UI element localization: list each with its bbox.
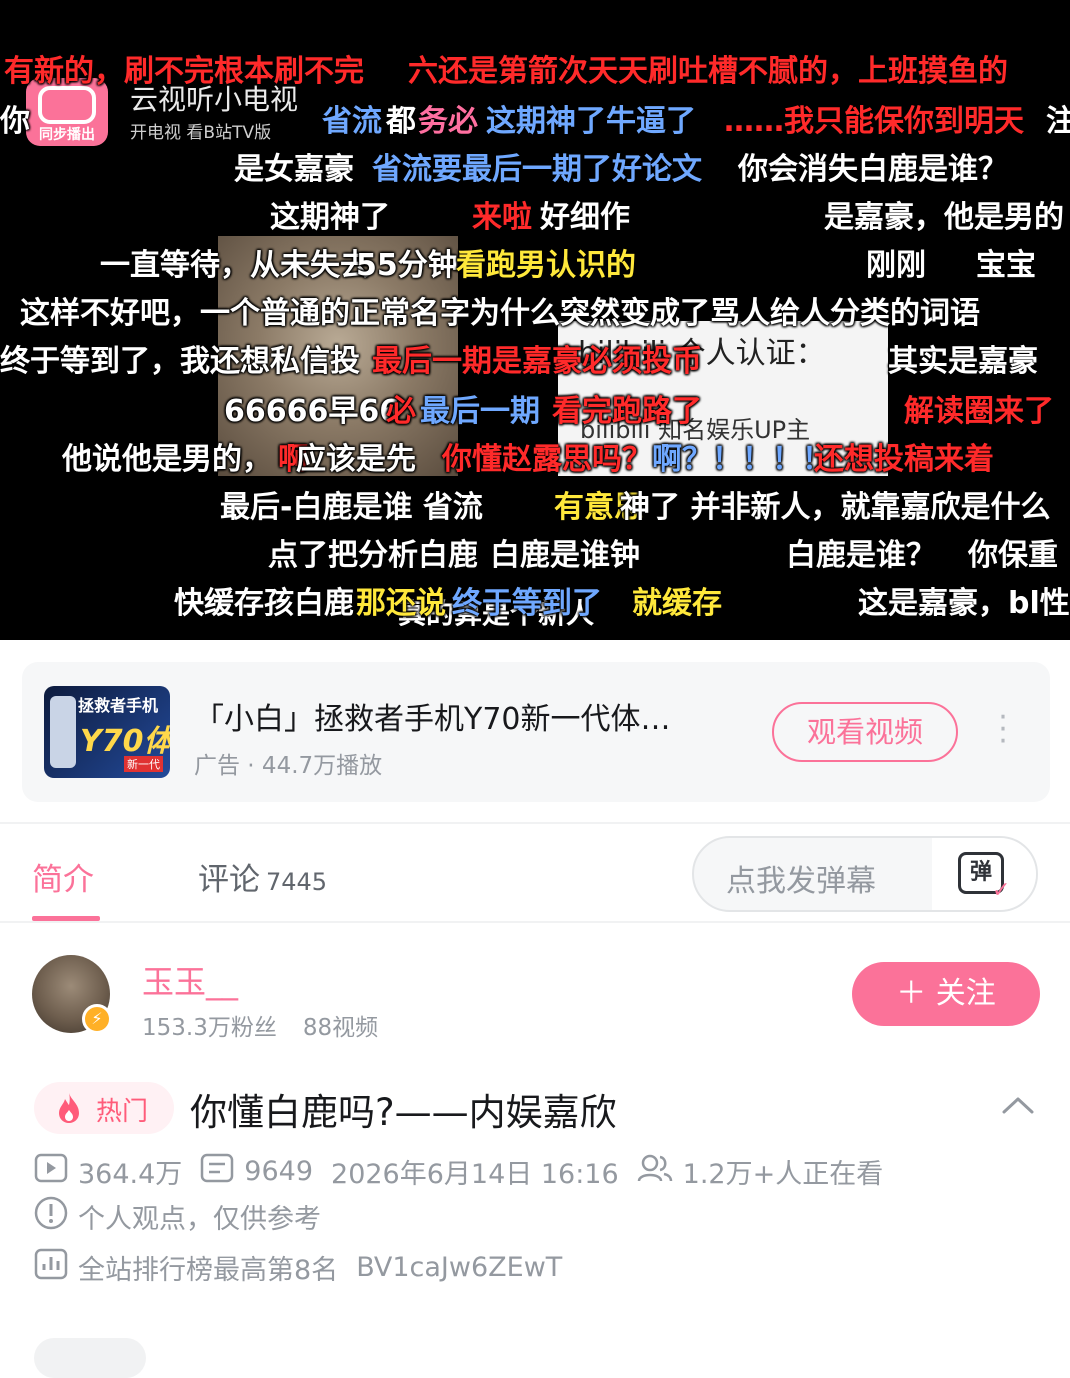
watching-count: 1.2万+人正在看 <box>682 1159 884 1190</box>
danmaku-comment: 55分钟 <box>356 248 458 283</box>
danmaku-comment: 你保重 <box>968 538 1058 573</box>
danmaku-comment: 来啦 <box>472 200 532 235</box>
danmaku-comment: 最后一期是嘉豪必须投币 <box>372 344 702 379</box>
danmaku-comment: 你会消失白鹿是谁？ <box>738 152 1008 187</box>
danmaku-comment: 这期神了牛逼了 <box>486 104 696 139</box>
ranking-text[interactable]: 全站排行榜最高第8名 <box>78 1255 338 1286</box>
danmaku-comment: 都 <box>386 104 416 139</box>
danmaku-comment: 必 <box>386 394 416 429</box>
flame-icon <box>56 1092 82 1124</box>
tv-badge-subtitle: 开电视 看B站TV版 <box>130 123 272 143</box>
danmaku-comment: 是嘉豪，他是男的 <box>824 200 1064 235</box>
hot-label: 热门 <box>96 1097 149 1127</box>
danmaku-comment: 其实是嘉豪 <box>888 344 1038 379</box>
danmaku-count: 9649 <box>244 1156 314 1187</box>
danmaku-comment: 神了 并非新人，就靠嘉欣是什么 <box>620 490 1051 525</box>
video-count: 88视频 <box>302 1015 379 1041</box>
more-vertical-icon[interactable]: · · · <box>996 703 1010 757</box>
danmaku-comment: 是女嘉豪 <box>234 152 354 187</box>
notice-text: 个人观点，仅供参考 <box>78 1204 321 1235</box>
danmaku-comment: ……我只能保你到明天 <box>724 104 1024 139</box>
danmaku-comment: 他说他是男的， <box>62 442 272 477</box>
danmaku-comment: 好细作 <box>540 200 630 235</box>
ad-title[interactable]: 「小白」拯救者手机Y70新一代体… <box>194 694 671 738</box>
comment-count: 7445 <box>266 868 328 896</box>
tv-logo-tag: 同步播出 <box>39 127 95 143</box>
danmaku-comment: 还想投稿来着 <box>814 442 994 477</box>
danmaku-comment: 解读圈来了 <box>904 394 1054 429</box>
notice-row: 个人观点，仅供参考 <box>34 1196 321 1236</box>
ad-card[interactable]: 拯救者手机 Y70体验 新一代 「小白」拯救者手机Y70新一代体… 广告 · 4… <box>22 662 1050 802</box>
chevron-up-icon[interactable] <box>1002 1090 1034 1122</box>
danmaku-comment: 宝宝 <box>976 248 1036 283</box>
danmaku-comment: 白鹿是谁钟 <box>490 538 640 573</box>
danmaku-comment: 看跑男认识的 <box>456 248 636 283</box>
danmaku-comment: 快缓存孩白鹿 <box>174 586 354 621</box>
ad-thumbnail-tag: 新一代 <box>124 756 163 772</box>
divider <box>0 921 1070 923</box>
follow-button[interactable]: ＋ 关注 <box>852 962 1040 1026</box>
danmaku-input[interactable]: 点我发弹幕 弹 ✓ <box>692 836 1038 912</box>
publish-time: 2026年6月14日 16:16 <box>331 1159 619 1190</box>
danmaku-input-placeholder: 点我发弹幕 <box>726 864 876 899</box>
danmaku-comment: 六还是第箭次天天刷吐槽不腻的，上班摸鱼的 <box>408 54 1008 89</box>
danmaku-comment: 刚刚 <box>866 248 926 283</box>
danmaku-comment: 这样不好吧，一个普通的正常名字为什么突然变成了骂人给人分类的词语 <box>20 296 980 331</box>
tv-logo-face <box>38 86 96 124</box>
danmaku-toggle-button[interactable]: 弹 ✓ <box>932 838 1036 910</box>
view-count: 364.4万 <box>78 1159 183 1190</box>
danmaku-comment: 这期神了 <box>270 200 390 235</box>
danmaku-comment: 看完跑路了 <box>552 394 702 429</box>
danmaku-comment: 66666早66 <box>224 394 401 429</box>
ad-thumbnail-headline: Y70体验 <box>80 724 170 759</box>
ad-meta: 广告 · 44.7万播放 <box>194 753 383 779</box>
video-player[interactable]: bilibili 个人认证： bilibili 知名娱乐UP主 真的算是个新人 … <box>0 0 1070 640</box>
danmaku-comment: 最后一期 <box>420 394 540 429</box>
phone-image <box>50 696 76 768</box>
danmaku-comment: 那还说 <box>356 586 446 621</box>
tab-intro[interactable]: 简介 <box>32 854 94 899</box>
fans-count: 153.3万粉丝 <box>142 1015 277 1041</box>
danmaku-comment: 一直等待，从未失去 <box>100 248 370 283</box>
danmaku-comment: 终于等到了，我还想私信投 <box>0 344 360 379</box>
video-meta-row: 364.4万 9649 2026年6月14日 16:16 1.2万+人正在看 <box>34 1152 901 1192</box>
danmaku-comment: 务必 <box>418 104 478 139</box>
uploader-name[interactable]: 玉玉__ <box>142 957 238 1003</box>
ranking-row: 全站排行榜最高第8名 BV1caJw6ZEwT <box>34 1248 562 1288</box>
play-count-icon <box>34 1153 68 1190</box>
video-title: 你懂白鹿吗?——内娱嘉欣 <box>190 1091 617 1134</box>
danmaku-comment: 你懂赵露思吗？ <box>442 442 652 477</box>
danmaku-count-icon <box>200 1153 234 1190</box>
ad-thumbnail-caption: 拯救者手机 <box>78 696 159 715</box>
hot-badge[interactable]: 热门 <box>34 1082 174 1134</box>
lightning-icon: ⚡ <box>82 1004 112 1034</box>
danmaku-comment: 啊？！！！！ <box>652 442 832 477</box>
tab-comments[interactable]: 评论 7445 <box>198 854 327 899</box>
ad-thumbnail: 拯救者手机 Y70体验 新一代 <box>44 686 170 778</box>
watch-video-button[interactable]: 观看视频 <box>772 702 958 762</box>
danmaku-comment: 有新的，刷不完根本刷不完 <box>4 54 364 89</box>
uploader-stats: 153.3万粉丝 88视频 <box>142 1008 378 1042</box>
danmaku-comment: 白鹿是谁？ <box>786 538 936 573</box>
ranking-icon <box>34 1248 68 1287</box>
check-icon: ✓ <box>992 878 1011 903</box>
danmaku-comment: 点了把分析白鹿 <box>268 538 478 573</box>
danmaku-comment: 你 <box>0 104 30 139</box>
watching-users-icon <box>637 1153 673 1190</box>
danmaku-comment: 省流要最后一期了好论文 <box>372 152 702 187</box>
tab-comments-label: 评论 <box>198 862 260 898</box>
tag-pill[interactable] <box>34 1338 146 1378</box>
danmaku-comment: 就缓存 <box>632 586 722 621</box>
bvid: BV1caJw6ZEwT <box>356 1252 563 1283</box>
danmaku-comment: 终于等到了 <box>452 586 602 621</box>
danmaku-comment: 这是嘉豪，bl性 <box>858 586 1070 621</box>
danmaku-comment: 省流 <box>322 104 382 139</box>
danmaku-comment: 最后-白鹿是谁 省流 <box>220 490 483 525</box>
info-icon <box>34 1196 68 1237</box>
danmaku-comment: 应该是先 <box>296 442 416 477</box>
danmaku-comment: 注 <box>1046 104 1070 139</box>
divider <box>0 822 1070 824</box>
